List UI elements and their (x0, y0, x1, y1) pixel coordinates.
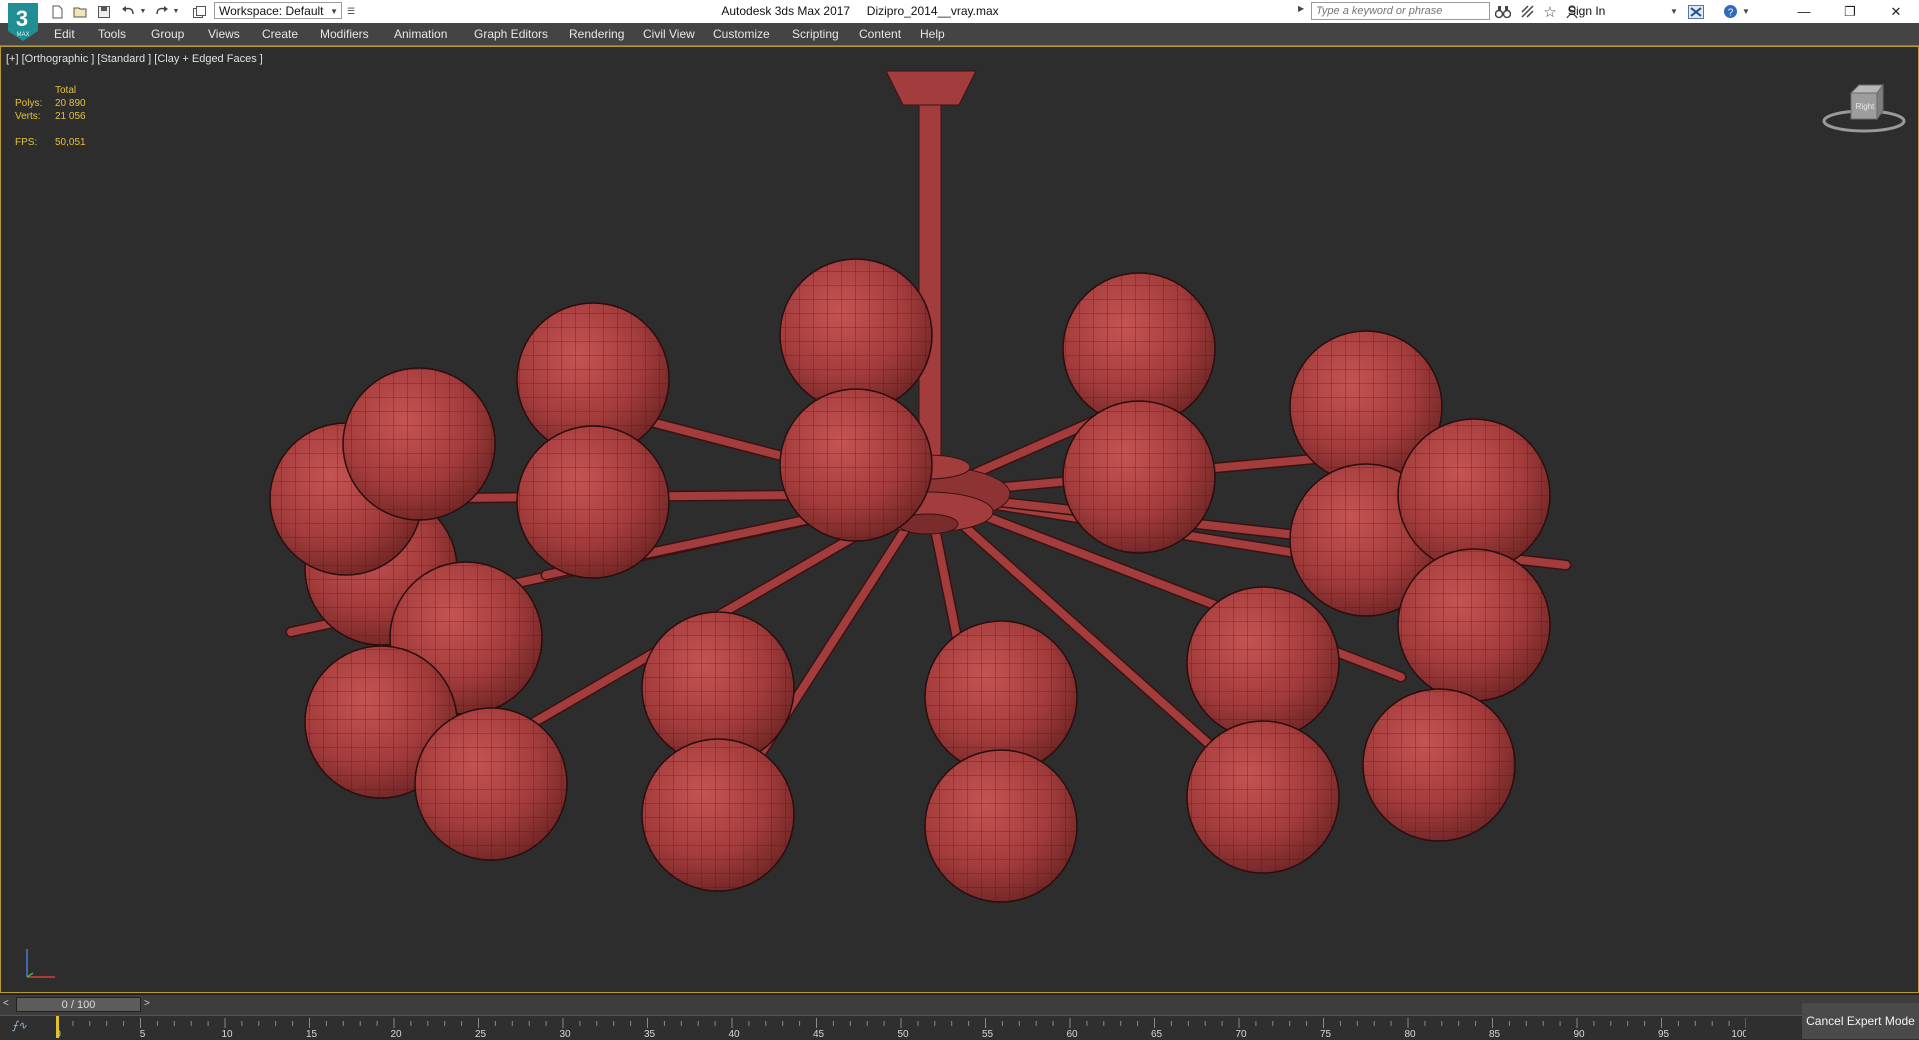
timeline-tick-label: 90 (1573, 1029, 1585, 1040)
timeline-tick-label: 85 (1489, 1029, 1501, 1040)
subscription-icon[interactable] (1517, 3, 1537, 20)
scene-canvas[interactable] (1, 47, 1919, 993)
menu-views[interactable]: Views (208, 27, 240, 41)
glass-sphere (342, 367, 496, 521)
menu-scripting[interactable]: Scripting (792, 27, 839, 41)
viewcube-face-label: Right (1856, 102, 1875, 111)
timeline-tick-label: 35 (644, 1029, 656, 1040)
timeline-tick-label: 60 (1066, 1029, 1078, 1040)
menu-help[interactable]: Help (920, 27, 945, 41)
viewcube[interactable]: Right (1819, 81, 1909, 141)
time-slider-next-icon[interactable]: > (144, 998, 154, 1012)
timeline-tick-label: 65 (1151, 1029, 1163, 1040)
glass-sphere (641, 738, 795, 892)
viewport-label[interactable]: [+] [Orthographic ] [Standard ] [Clay + … (6, 53, 263, 65)
exchange-icon[interactable] (1686, 3, 1706, 20)
viewport-orthographic[interactable]: [+] [Orthographic ] [Standard ] [Clay + … (0, 46, 1919, 993)
glass-sphere (1062, 400, 1216, 554)
time-cursor[interactable] (56, 1016, 59, 1038)
menu-tools[interactable]: Tools (98, 27, 126, 41)
open-file-icon[interactable] (71, 3, 89, 20)
timeline-tick-label: 95 (1658, 1029, 1670, 1040)
track-bar: ⨍∿ 0510152025303540455055606570758085909… (0, 1015, 1919, 1040)
timeline-tick-label: 100 (1731, 1029, 1746, 1040)
sign-in-link[interactable]: Sign In (1568, 4, 1605, 18)
timeline-tick-label: 40 (728, 1029, 740, 1040)
menu-customize[interactable]: Customize (713, 27, 770, 41)
menu-civil-view[interactable]: Civil View (643, 27, 695, 41)
menu-edit[interactable]: Edit (54, 27, 75, 41)
sign-in-dropdown-icon[interactable]: ▼ (1669, 3, 1679, 20)
menu-group[interactable]: Group (151, 27, 184, 41)
verts-label: Verts: (15, 111, 41, 122)
menu-graph-editors[interactable]: Graph Editors (474, 27, 548, 41)
help-icon[interactable]: ? (1720, 3, 1740, 20)
save-icon[interactable] (95, 3, 113, 20)
glass-sphere (1362, 688, 1516, 842)
timeline-tick-label: 20 (390, 1029, 402, 1040)
time-slider-prev-icon[interactable]: < (3, 998, 13, 1012)
axis-tripod-icon (15, 937, 65, 987)
glass-sphere (414, 707, 568, 861)
timeline-tick-label: 15 (306, 1029, 318, 1040)
binoculars-icon[interactable] (1493, 3, 1513, 20)
redo-icon[interactable] (152, 3, 170, 20)
glass-sphere (1397, 548, 1551, 702)
glass-sphere (1397, 418, 1551, 572)
app-logo-subtext: MAX (16, 32, 29, 38)
menu-create[interactable]: Create (262, 27, 298, 41)
title-bar: ▼ ▼ Workspace: Default ▼ ☰ Autodesk 3ds … (0, 0, 1919, 23)
glass-sphere (1186, 720, 1340, 874)
timeline-ruler[interactable]: 0510152025303540455055606570758085909510… (56, 1016, 1746, 1040)
undo-icon[interactable] (119, 3, 137, 20)
timeline-tick-label: 10 (221, 1029, 233, 1040)
glass-sphere (924, 749, 1078, 903)
timeline-tick-label: 30 (559, 1029, 571, 1040)
chevron-down-icon: ▼ (330, 7, 338, 16)
verts-value: 21 056 (55, 111, 86, 122)
customize-quick-access-icon[interactable]: ☰ (345, 3, 357, 20)
workspace-select[interactable]: Workspace: Default ▼ (214, 2, 342, 19)
help-dropdown-icon[interactable]: ▼ (1741, 3, 1751, 20)
minimize-icon[interactable]: — (1781, 0, 1827, 23)
search-input[interactable] (1311, 2, 1490, 20)
workspace-value: Workspace: Default (219, 4, 324, 18)
close-icon[interactable]: ✕ (1873, 0, 1919, 23)
app-logo-text: 3 (16, 6, 28, 31)
menu-rendering[interactable]: Rendering (569, 27, 624, 41)
search-expand-icon[interactable]: ▶ (1298, 4, 1308, 18)
fps-label: FPS: (15, 137, 38, 148)
timeline-tick-label: 55 (982, 1029, 994, 1040)
redo-dropdown-icon[interactable]: ▼ (172, 3, 180, 20)
timeline-tick-label: 70 (1235, 1029, 1247, 1040)
favorites-star-icon[interactable]: ☆ (1540, 3, 1560, 21)
timeline-tick-label: 75 (1320, 1029, 1332, 1040)
curve-editor-icon[interactable]: ⨍∿ (12, 1019, 27, 1032)
timeline-tick-label: 5 (140, 1029, 146, 1040)
undo-dropdown-icon[interactable]: ▼ (139, 3, 147, 20)
fps-value: 50,051 (55, 137, 86, 148)
window-title: Autodesk 3ds Max 2017 Dizipro_2014__vray… (721, 4, 999, 18)
project-folder-icon[interactable] (190, 3, 208, 20)
timeline-tick-label: 80 (1404, 1029, 1416, 1040)
menu-modifiers[interactable]: Modifiers (320, 27, 369, 41)
new-file-icon[interactable] (48, 3, 66, 20)
glass-sphere (1186, 586, 1340, 740)
menu-animation[interactable]: Animation (394, 27, 447, 41)
svg-text:?: ? (1727, 8, 1733, 19)
cancel-expert-mode-button[interactable]: Cancel Expert Mode (1802, 1003, 1919, 1039)
glass-sphere (516, 425, 670, 579)
time-slider-bar: < 0 / 100 > (0, 994, 1919, 1015)
menu-bar: Edit Tools Group Views Create Modifiers … (0, 23, 1919, 46)
restore-icon[interactable]: ❐ (1827, 0, 1873, 23)
timeline-tick-label: 45 (813, 1029, 825, 1040)
timeline-tick-label: 50 (897, 1029, 909, 1040)
app-logo[interactable]: 3 MAX (6, 1, 40, 43)
time-slider[interactable]: 0 / 100 (16, 997, 141, 1012)
menu-content[interactable]: Content (859, 27, 901, 41)
glass-sphere (779, 258, 933, 412)
glass-sphere (779, 388, 933, 542)
timeline-tick-label: 25 (475, 1029, 487, 1040)
chandelier-spheres (269, 258, 1551, 903)
